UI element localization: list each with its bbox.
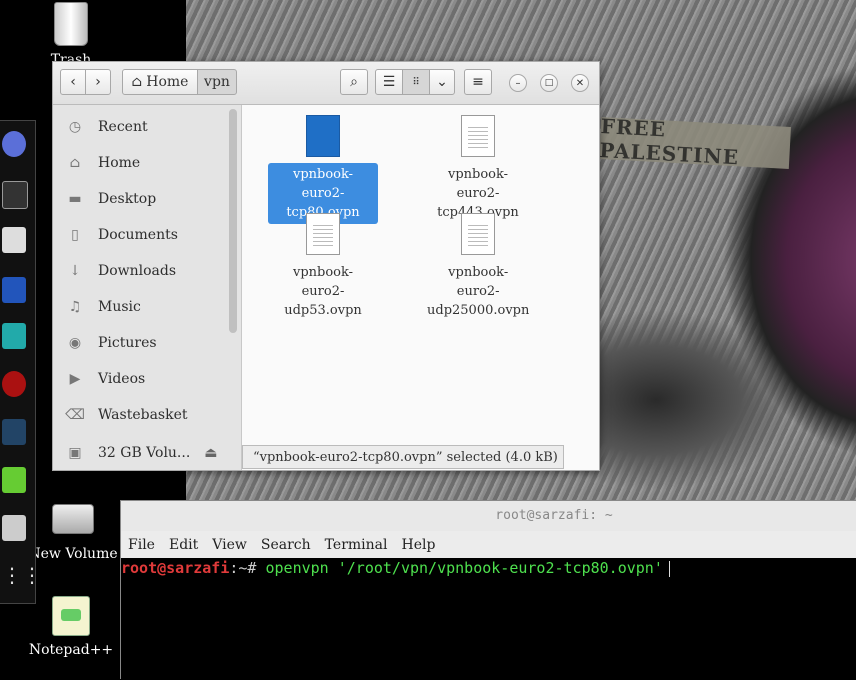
app-grid-icon[interactable]: ⋮⋮ — [2, 563, 42, 589]
file-item[interactable]: vpnbook-euro2-tcp80.ovpn — [268, 115, 378, 224]
terminal-window: root@sarzafi: ~ File Edit View Search Te… — [120, 500, 856, 680]
anime-app-icon[interactable] — [2, 323, 26, 349]
sidebar-item-home[interactable]: ⌂ Home — [53, 145, 228, 181]
maximize-button[interactable]: □ — [540, 74, 558, 92]
browser-icon[interactable] — [2, 131, 26, 157]
search-icon: ⌕ — [350, 74, 358, 90]
sidebar-item-wastebasket[interactable]: ⌫ Wastebasket — [53, 397, 228, 433]
file-icon — [306, 115, 340, 157]
sidebar-item-downloads[interactable]: ↓ Downloads — [53, 253, 228, 289]
status-bar: “vpnbook-euro2-tcp80.ovpn” selected (4.0… — [242, 445, 564, 469]
file-manager-window: ‹ › ⌂ Home vpn ⌕ ☰ ⠿ ⌄ ≡ – □ ✕ ◷ Recent ⌂ H… — [52, 61, 600, 471]
wallpaper-banner: FREE PALESTINE — [599, 114, 791, 169]
close-icon: ✕ — [575, 77, 585, 89]
file-icon — [306, 213, 340, 255]
document-icon: ▯ — [71, 227, 79, 243]
sidebar-item-music[interactable]: ♫ Music — [53, 289, 228, 325]
trash-icon: ⌫ — [65, 407, 85, 423]
minimize-button[interactable]: – — [509, 74, 527, 92]
terminal-menubar: File Edit View Search Terminal Help — [121, 531, 856, 558]
menu-file[interactable]: File — [128, 537, 155, 553]
forward-button[interactable]: › — [85, 69, 111, 95]
chevron-right-icon: › — [95, 74, 101, 90]
path-vpn-button[interactable]: vpn — [197, 69, 237, 95]
eject-icon[interactable]: ⏏ — [204, 445, 217, 461]
download-icon: ↓ — [69, 263, 81, 279]
sidebar-item-volume[interactable]: ▣ 32 GB Volu... ⏏ — [53, 435, 228, 470]
sidebar-item-documents[interactable]: ▯ Documents — [53, 217, 228, 253]
menu-terminal[interactable]: Terminal — [325, 537, 388, 553]
terminal-launcher-icon[interactable] — [2, 181, 28, 209]
settings-icon[interactable] — [2, 515, 26, 541]
file-name: vpnbook-euro2- udp25000.ovpn — [427, 265, 530, 318]
menu-search[interactable]: Search — [261, 537, 311, 553]
editor-icon[interactable] — [2, 467, 26, 493]
file-item[interactable]: vpnbook-euro2- udp25000.ovpn — [423, 213, 533, 322]
trash-icon — [54, 2, 88, 46]
clock-icon: ◷ — [68, 119, 82, 135]
notepad-icon — [52, 596, 90, 636]
grid-view-button[interactable]: ⠿ — [402, 69, 430, 95]
drive-icon — [52, 504, 94, 534]
camera-icon: ◉ — [68, 335, 82, 351]
video-icon: ▶ — [69, 371, 81, 387]
prompt-path: :~# — [229, 559, 266, 577]
sidebar-item-desktop[interactable]: ▬ Desktop — [53, 181, 228, 217]
record-icon[interactable] — [2, 371, 26, 397]
close-button[interactable]: ✕ — [571, 74, 589, 92]
sidebar-scrollbar[interactable] — [229, 109, 237, 333]
file-view: vpnbook-euro2-tcp80.ovpn vpnbook-euro2-t… — [242, 105, 599, 470]
view-options-button[interactable]: ⌄ — [429, 69, 455, 95]
minimize-icon: – — [515, 77, 521, 89]
path-home-button[interactable]: ⌂ Home — [122, 69, 198, 95]
terminal-output[interactable]: root@sarzafi:~# openvpn '/root/vpn/vpnbo… — [121, 558, 856, 680]
menu-help[interactable]: Help — [402, 537, 436, 553]
list-icon: ☰ — [382, 74, 396, 90]
file-item[interactable]: vpnbook-euro2- udp53.ovpn — [268, 213, 378, 322]
grid-icon: ⠿ — [412, 76, 420, 88]
list-view-button[interactable]: ☰ — [375, 69, 403, 95]
home-icon: ⌂ — [131, 74, 143, 90]
malware-tool-icon[interactable] — [2, 277, 26, 303]
dock-panel: ⋮⋮ — [0, 120, 42, 604]
sidebar-item-videos[interactable]: ▶ Videos — [53, 361, 228, 397]
places-sidebar: ◷ Recent ⌂ Home ▬ Desktop ▯ Documents ↓ Downl… — [53, 105, 242, 470]
search-button[interactable]: ⌕ — [340, 69, 368, 95]
file-icon — [461, 115, 495, 157]
command-text: openvpn '/root/vpn/vpnbook-euro2-tcp80.o… — [265, 559, 663, 577]
notepad-desktop-icon[interactable]: Notepad++ — [26, 596, 116, 658]
chevron-down-icon: ⌄ — [436, 74, 448, 90]
sidebar-item-pictures[interactable]: ◉ Pictures — [53, 325, 228, 361]
file-icon — [461, 213, 495, 255]
menu-edit[interactable]: Edit — [169, 537, 198, 553]
menu-view[interactable]: View — [212, 537, 247, 553]
files-launcher-icon[interactable] — [2, 227, 26, 253]
drive-icon: ▣ — [68, 445, 82, 461]
prompt-user: root@sarzafi — [121, 559, 230, 577]
home-icon: ⌂ — [69, 155, 81, 171]
file-item[interactable]: vpnbook-euro2-tcp443.ovpn — [423, 115, 533, 224]
new-volume-desktop-icon[interactable]: New Volume — [28, 500, 118, 562]
file-name: vpnbook-euro2- udp53.ovpn — [284, 265, 362, 318]
folder-icon: ▬ — [68, 191, 82, 207]
tool-icon[interactable] — [2, 419, 26, 445]
terminal-title: root@sarzafi: ~ — [121, 501, 856, 531]
maximize-icon: □ — [544, 78, 554, 88]
chevron-left-icon: ‹ — [70, 74, 76, 90]
hamburger-icon: ≡ — [472, 74, 484, 90]
music-icon: ♫ — [68, 299, 82, 315]
text-cursor — [668, 560, 670, 577]
back-button[interactable]: ‹ — [60, 69, 86, 95]
sidebar-item-recent[interactable]: ◷ Recent — [53, 109, 228, 145]
menu-button[interactable]: ≡ — [464, 69, 492, 95]
trash-desktop-icon[interactable]: Trash — [44, 2, 98, 64]
file-manager-toolbar: ‹ › ⌂ Home vpn ⌕ ☰ ⠿ ⌄ ≡ – □ ✕ — [53, 62, 599, 105]
